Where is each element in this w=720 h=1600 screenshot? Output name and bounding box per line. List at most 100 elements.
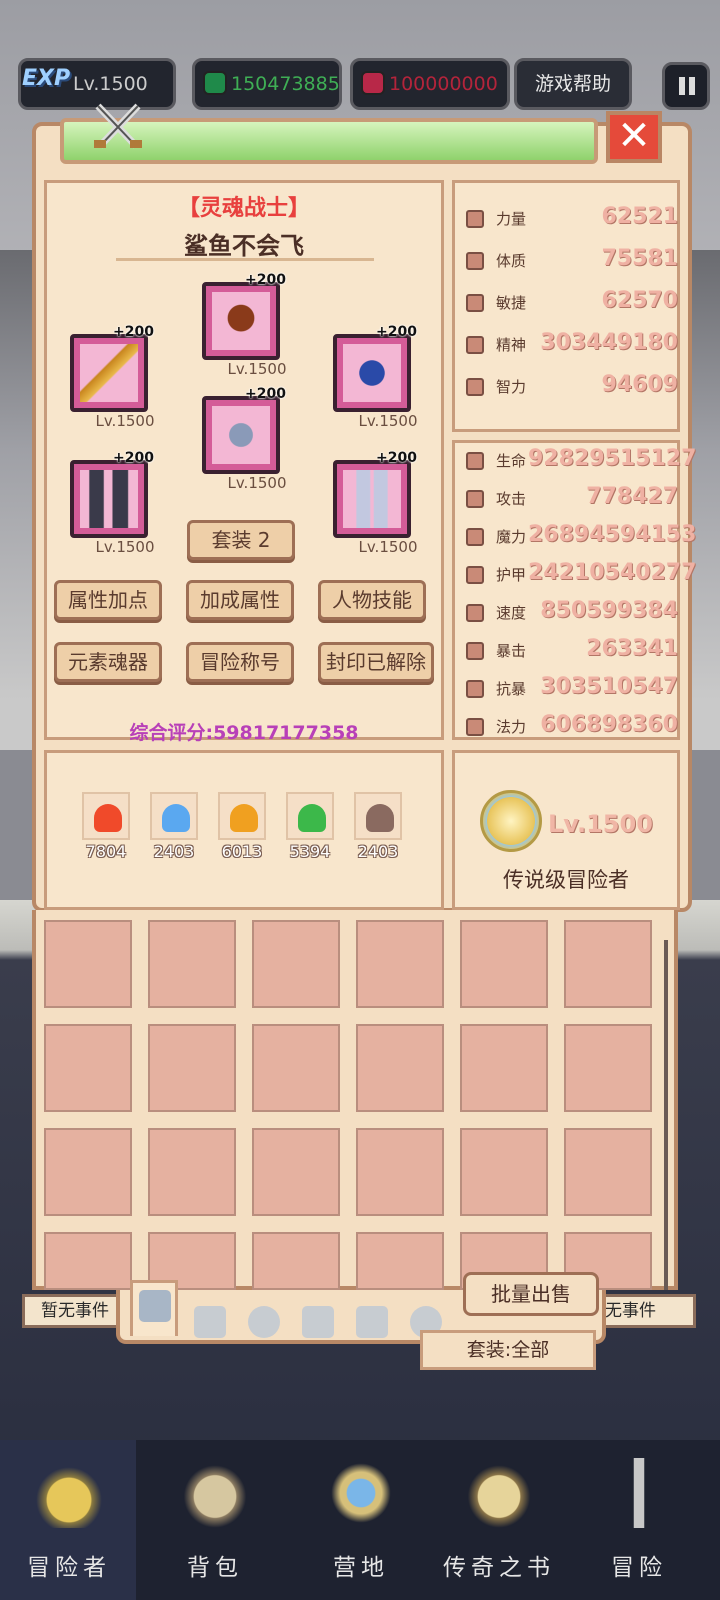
inventory-slot[interactable]: [460, 920, 548, 1008]
pause-button[interactable]: [662, 62, 710, 110]
set-bonus-button[interactable]: 套装 2: [187, 520, 295, 560]
stat-agility: 敏捷 62570: [466, 288, 678, 318]
backpack-icon: [180, 1458, 250, 1528]
water-value: 2403: [153, 842, 195, 861]
nav-label: 营地: [333, 1555, 389, 1581]
inventory-slot[interactable]: [564, 1024, 652, 1112]
helmet-slot[interactable]: +200: [202, 272, 286, 360]
inventory-slot[interactable]: [148, 1128, 236, 1216]
stat-crit-resist: 抗暴 303510547: [466, 674, 678, 704]
inventory-slot[interactable]: [148, 1024, 236, 1112]
stat-label: 力量: [496, 210, 527, 228]
inventory-slot[interactable]: [356, 920, 444, 1008]
inventory-slot[interactable]: [356, 1232, 444, 1290]
inventory-slot[interactable]: [148, 920, 236, 1008]
star-icon: [466, 336, 484, 354]
elemental-soul-button[interactable]: 元素魂器: [54, 642, 162, 682]
weapon-plus: +200: [113, 324, 154, 340]
armor-tab-icon[interactable]: [194, 1306, 226, 1338]
earth-element[interactable]: [286, 792, 334, 840]
set-filter-dropdown[interactable]: 套装:全部: [420, 1330, 596, 1370]
stat-label: 法力: [496, 718, 527, 736]
brain-icon: [466, 378, 484, 396]
character-class: 【灵魂战士】: [177, 196, 310, 221]
ruby-counter: 100000000: [350, 58, 510, 110]
weapon-tab-icon: [139, 1290, 171, 1322]
pants-tab-icon[interactable]: [356, 1306, 388, 1338]
gloves-slot[interactable]: +200: [70, 450, 154, 538]
fire-value: 7804: [85, 842, 127, 861]
nav-legend-book[interactable]: 传奇之书: [430, 1440, 568, 1600]
water-element[interactable]: [150, 792, 198, 840]
pants-icon: [343, 470, 401, 528]
inventory-slot[interactable]: [252, 920, 340, 1008]
inventory-slot[interactable]: [356, 1128, 444, 1216]
inventory-slot[interactable]: [252, 1024, 340, 1112]
batch-sell-button[interactable]: 批量出售: [463, 1272, 599, 1316]
weapon-slot[interactable]: +200: [70, 324, 154, 412]
inventory-slot[interactable]: [460, 1128, 548, 1216]
lightning-element[interactable]: [218, 792, 266, 840]
bonus-attributes-button[interactable]: 加成属性: [186, 580, 294, 620]
stat-value: 606898360: [540, 712, 678, 737]
emerald-icon: [203, 71, 227, 95]
necklace-level: Lv.1500: [358, 412, 418, 430]
necklace-slot[interactable]: +200: [333, 324, 417, 412]
earth-icon: [298, 804, 326, 832]
magic-icon: [466, 528, 484, 546]
inventory-slot[interactable]: [460, 1024, 548, 1112]
pants-plus: +200: [376, 450, 417, 466]
exp-badge: EXP: [22, 66, 71, 91]
inventory-slot[interactable]: [356, 1024, 444, 1112]
inventory-slot[interactable]: [564, 1128, 652, 1216]
stat-label: 智力: [496, 378, 527, 396]
boot-icon: [466, 604, 484, 622]
nav-backpack[interactable]: 背包: [146, 1440, 284, 1600]
emerald-counter: 150473885: [192, 58, 342, 110]
game-help-button[interactable]: 游戏帮助: [514, 58, 632, 110]
emerald-count: 150473885: [231, 73, 340, 95]
lightning-value: 6013: [221, 842, 263, 861]
body-tab-icon[interactable]: [302, 1306, 334, 1338]
helmet-tab-icon[interactable]: [248, 1306, 280, 1338]
inventory-slot[interactable]: [44, 1128, 132, 1216]
lightning-icon: [230, 804, 258, 832]
helmet-icon: [212, 292, 270, 350]
fire-element[interactable]: [82, 792, 130, 840]
inventory-slot[interactable]: [44, 920, 132, 1008]
rank-title: 传说级冒险者: [503, 868, 629, 892]
inventory-slot[interactable]: [252, 1128, 340, 1216]
weapon-icon: [80, 344, 138, 402]
stat-armor: 护甲 24210540277: [466, 560, 696, 590]
armor-slot[interactable]: +200: [202, 386, 286, 474]
nav-camp[interactable]: 营地: [292, 1440, 430, 1600]
nav-label: 冒险者: [27, 1555, 111, 1581]
stat-value: 26894594153: [528, 522, 697, 547]
shield-icon: [466, 566, 484, 584]
attribute-points-button[interactable]: 属性加点: [54, 580, 162, 620]
inventory-slot[interactable]: [44, 1232, 132, 1290]
crossed-swords-icon: [94, 103, 142, 149]
inventory-scrollbar[interactable]: [664, 940, 668, 1290]
event-right: 无事件: [600, 1294, 696, 1328]
stat-hp: 生命 92829515127: [466, 446, 696, 476]
inventory-slot[interactable]: [44, 1024, 132, 1112]
pants-slot[interactable]: +200: [333, 450, 417, 538]
ruby-count: 100000000: [389, 73, 498, 95]
dark-element[interactable]: [354, 792, 402, 840]
close-button[interactable]: ✕: [606, 111, 662, 163]
inventory-slot[interactable]: [252, 1232, 340, 1290]
inventory-slot[interactable]: [564, 920, 652, 1008]
close-icon: ✕: [617, 113, 651, 159]
character-skills-button[interactable]: 人物技能: [318, 580, 426, 620]
gloves-icon: [80, 470, 138, 528]
helmet-plus: +200: [245, 272, 286, 288]
nav-adventurer[interactable]: 冒险者: [0, 1440, 138, 1600]
adventure-title-button[interactable]: 冒险称号: [186, 642, 294, 682]
nav-adventure[interactable]: 冒险: [570, 1440, 708, 1600]
seal-unlocked-button[interactable]: 封印已解除: [318, 642, 434, 682]
fire-icon: [94, 804, 122, 832]
overall-score: 综合评分:59817177358: [129, 722, 359, 744]
stat-label: 暴击: [496, 642, 527, 660]
name-divider: [116, 258, 374, 261]
